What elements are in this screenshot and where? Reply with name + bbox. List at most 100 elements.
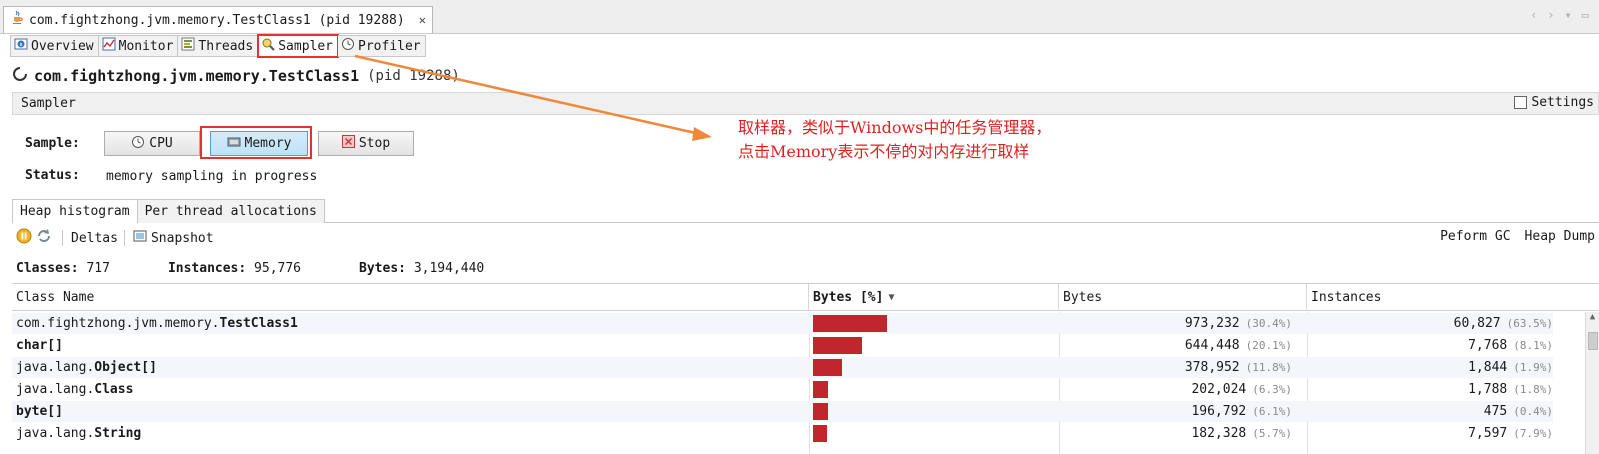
instances-summary: Instances: 95,776 [167,261,302,276]
instances-value: 1,788 [1468,382,1508,397]
column-bytes-percent-label: Bytes [%] [813,290,884,305]
instances-cell: 60,827 (63.5%) [1308,313,1553,334]
refresh-icon[interactable] [36,228,52,248]
bytes-percent-value: (30.4%) [1245,317,1292,330]
bytes-cell: 973,232 (30.4%) [1060,313,1292,334]
class-package: java.lang. [16,382,95,397]
table-row[interactable]: java.lang. String 182,328 (5.7%) 7,597 (7.9%) [12,423,1553,444]
bytes-value: 196,792 [1191,404,1247,419]
column-class-name[interactable]: Class Name [12,284,809,311]
toolbar-separator [62,230,63,246]
instances-value: 60,827 [1453,316,1501,331]
snapshot-button[interactable]: Snapshot [133,229,214,247]
toolbar-right: Peform GC Heap Dump [1440,229,1595,244]
class-package: java.lang. [16,360,95,375]
bytes-percent-bar [813,425,827,442]
perform-gc-button[interactable]: Peform GC [1440,229,1510,244]
class-package: java.lang. [16,426,95,441]
instances-percent-value: (63.5%) [1506,317,1553,330]
histogram-toolbar: Deltas Snapshot Peform GC Heap Dump [16,227,1599,249]
instances-cell: 7,597 (7.9%) [1308,423,1553,444]
histogram-tabs: Heap histogram Per thread allocations [12,199,1599,223]
bytes-percent-value: (6.3%) [1252,383,1292,396]
instances-percent-value: (0.4%) [1513,405,1553,418]
class-simple-name: byte[] [16,404,63,419]
table-row[interactable]: java.lang. Object[] 378,952 (11.8%) 1,844 (1.… [12,357,1553,378]
bytes-value: 644,448 [1184,338,1240,353]
bytes-cell: 196,792 (6.1%) [1060,401,1292,422]
instances-value: 7,597 [1468,426,1508,441]
sort-desc-icon: ▼ [888,292,895,303]
bytes-percent-cell [813,357,1057,378]
toolbar-separator [123,230,125,246]
bytes-percent-cell [813,423,1057,444]
instances-cell: 475 (0.4%) [1308,401,1553,422]
instances-percent-value: (7.9%) [1513,427,1553,440]
scroll-up-icon[interactable]: ▲ [1586,312,1599,328]
annotation-line-2: 点击Memory表示不停的对内存进行取样 [738,142,1030,161]
instances-cell: 7,768 (8.1%) [1308,335,1553,356]
bytes-value: 973,232 [1184,316,1240,331]
heap-dump-button[interactable]: Heap Dump [1525,229,1595,244]
instances-value: 1,844 [1468,360,1508,375]
class-simple-name: TestClass1 [219,316,298,331]
bytes-cell: 202,024 (6.3%) [1060,379,1292,400]
instances-cell: 1,844 (1.9%) [1308,357,1553,378]
bytes-value: 378,952 [1184,360,1240,375]
deltas-button[interactable]: Deltas [71,231,118,246]
heap-summary: Classes: 717 Instances: 95,776 Bytes: 3,… [16,261,542,276]
bytes-cell: 644,448 (20.1%) [1060,335,1292,356]
class-name-cell: java.lang. Class [16,379,133,400]
class-name-cell: java.lang. Object[] [16,357,157,378]
instances-percent-value: (8.1%) [1513,339,1553,352]
bytes-value: 182,328 [1191,426,1247,441]
bytes-cell: 182,328 (5.7%) [1060,423,1292,444]
instances-value: 475 [1483,404,1508,419]
table-row[interactable]: char[] 644,448 (20.1%) 7,768 (8.1%) [12,335,1553,356]
class-simple-name: Object[] [94,360,157,375]
bytes-percent-cell [813,379,1057,400]
bytes-percent-bar [813,337,862,354]
instances-value: 7,768 [1468,338,1508,353]
instances-percent-value: (1.9%) [1513,361,1553,374]
class-simple-name: String [94,426,142,441]
snapshot-icon [133,229,147,247]
class-name-cell: java.lang. String [16,423,141,444]
column-instances[interactable]: Instances [1307,284,1599,311]
bytes-percent-cell [813,313,1057,334]
bytes-summary: Bytes: 3,194,440 [359,261,485,276]
bytes-cell: 378,952 (11.8%) [1060,357,1292,378]
bytes-percent-bar [813,315,887,332]
class-simple-name: Class [94,382,134,397]
classes-summary: Classes: 717 [16,261,110,276]
bytes-percent-value: (11.8%) [1245,361,1292,374]
class-simple-name: char[] [16,338,63,353]
column-bytes-percent[interactable]: Bytes [%] ▼ [809,284,1059,311]
class-name-cell: com.fightzhong.jvm.memory. TestClass1 [16,313,298,334]
snapshot-label: Snapshot [150,230,214,246]
bytes-percent-cell [813,335,1057,356]
annotation-line-1: 取样器，类似于Windows中的任务管理器， [738,118,1052,137]
table-header: Class Name Bytes [%] ▼ Bytes Instances [12,284,1599,311]
table-row[interactable]: java.lang. Class 202,024 (6.3%) 1,788 (1.8%) [12,379,1553,400]
scroll-thumb[interactable] [1588,332,1598,350]
class-package: com.fightzhong.jvm.memory. [16,316,220,331]
bytes-percent-value: (20.1%) [1245,339,1292,352]
heap-histogram-table: Class Name Bytes [%] ▼ Bytes Instances c… [12,283,1599,454]
table-scrollbar[interactable]: ▲ [1585,312,1599,454]
bytes-percent-bar [813,403,828,420]
bytes-percent-value: (6.1%) [1252,405,1292,418]
class-name-cell: byte[] [16,401,63,422]
table-row[interactable]: byte[] 196,792 (6.1%) 475 (0.4%) [12,401,1553,422]
column-bytes[interactable]: Bytes [1059,284,1307,311]
bytes-percent-value: (5.7%) [1252,427,1292,440]
pause-icon[interactable] [16,228,32,248]
tab-heap-histogram[interactable]: Heap histogram [12,199,138,223]
bytes-percent-cell [813,401,1057,422]
table-row[interactable]: com.fightzhong.jvm.memory. TestClass1 973,… [12,313,1553,334]
bytes-percent-bar [813,381,828,398]
instances-cell: 1,788 (1.8%) [1308,379,1553,400]
bytes-value: 202,024 [1191,382,1247,397]
tab-per-thread-allocations[interactable]: Per thread allocations [137,199,325,223]
class-name-cell: char[] [16,335,63,356]
